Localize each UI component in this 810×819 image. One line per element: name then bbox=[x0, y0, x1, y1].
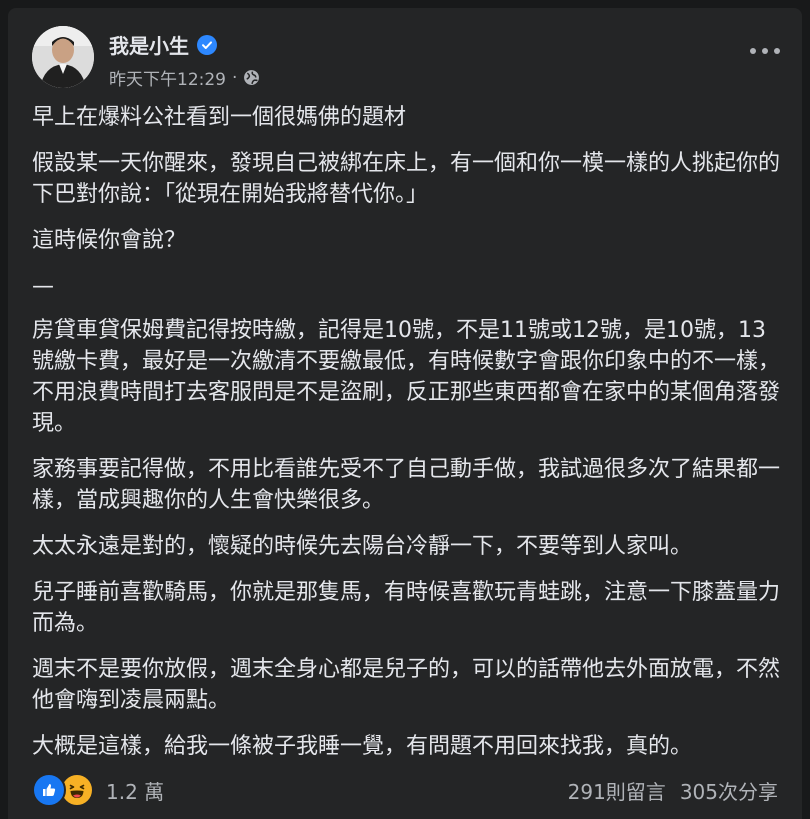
post-paragraph: 家務事要記得做，不用比看誰先受不了自己動手做，我試過很多次了結果都一樣，當成興趣… bbox=[32, 457, 781, 513]
post-card: 我是小生 昨天下午12:29 · 早上在爆料公社看到一個很媽佛的題材 假設某一天… bbox=[8, 8, 802, 819]
like-icon bbox=[32, 773, 66, 807]
shares-count-link[interactable]: 305次分享 bbox=[680, 776, 778, 805]
author-name[interactable]: 我是小生 bbox=[109, 30, 189, 59]
post-paragraph: 兒子睡前喜歡騎馬，你就是那隻馬，有時候喜歡玩青蛙跳，注意一下膝蓋量力而為。 bbox=[32, 580, 781, 636]
post-divider-text: — bbox=[32, 274, 54, 299]
verified-badge-icon bbox=[197, 34, 217, 55]
post-paragraph: 太太永遠是對的，懷疑的時候先去陽台冷靜一下，不要等到人家叫。 bbox=[32, 534, 693, 559]
reaction-count: 1.2 萬 bbox=[106, 779, 165, 804]
post-paragraph: 假設某一天你醒來，發現自己被綁在床上，有一個和你一模一樣的人挑起你的下巴對你說：… bbox=[32, 151, 781, 207]
post-footer: 1.2 萬 291則留言 305次分享 bbox=[32, 773, 778, 807]
reactions-summary[interactable]: 1.2 萬 bbox=[32, 773, 164, 807]
more-options-icon[interactable] bbox=[750, 40, 780, 62]
post-timestamp[interactable]: 昨天下午12:29 bbox=[109, 65, 226, 90]
post-paragraph: 大概是這樣，給我一條被子我睡一覺，有問題不用回來找我，真的。 bbox=[32, 734, 693, 759]
avatar[interactable] bbox=[32, 26, 94, 88]
avatar-photo-icon bbox=[32, 26, 94, 88]
comments-count-link[interactable]: 291則留言 bbox=[568, 776, 666, 805]
post-paragraph: 房貸車貸保姆費記得按時繳，記得是10號，不是11號或12號，是10號，13號繳卡… bbox=[32, 318, 781, 436]
post-paragraph: 早上在爆料公社看到一個很媽佛的題材 bbox=[32, 105, 407, 130]
meta-separator: · bbox=[232, 67, 238, 88]
globe-icon[interactable] bbox=[243, 69, 260, 86]
post-body: 早上在爆料公社看到一個很媽佛的題材 假設某一天你醒來，發現自己被綁在床上，有一個… bbox=[32, 102, 784, 777]
post-paragraph: 週末不是要你放假，週末全身心都是兒子的，可以的話帶他去外面放電，不然他會嗨到凌晨… bbox=[32, 657, 781, 713]
post-paragraph: 這時候你會說？ bbox=[32, 228, 187, 253]
